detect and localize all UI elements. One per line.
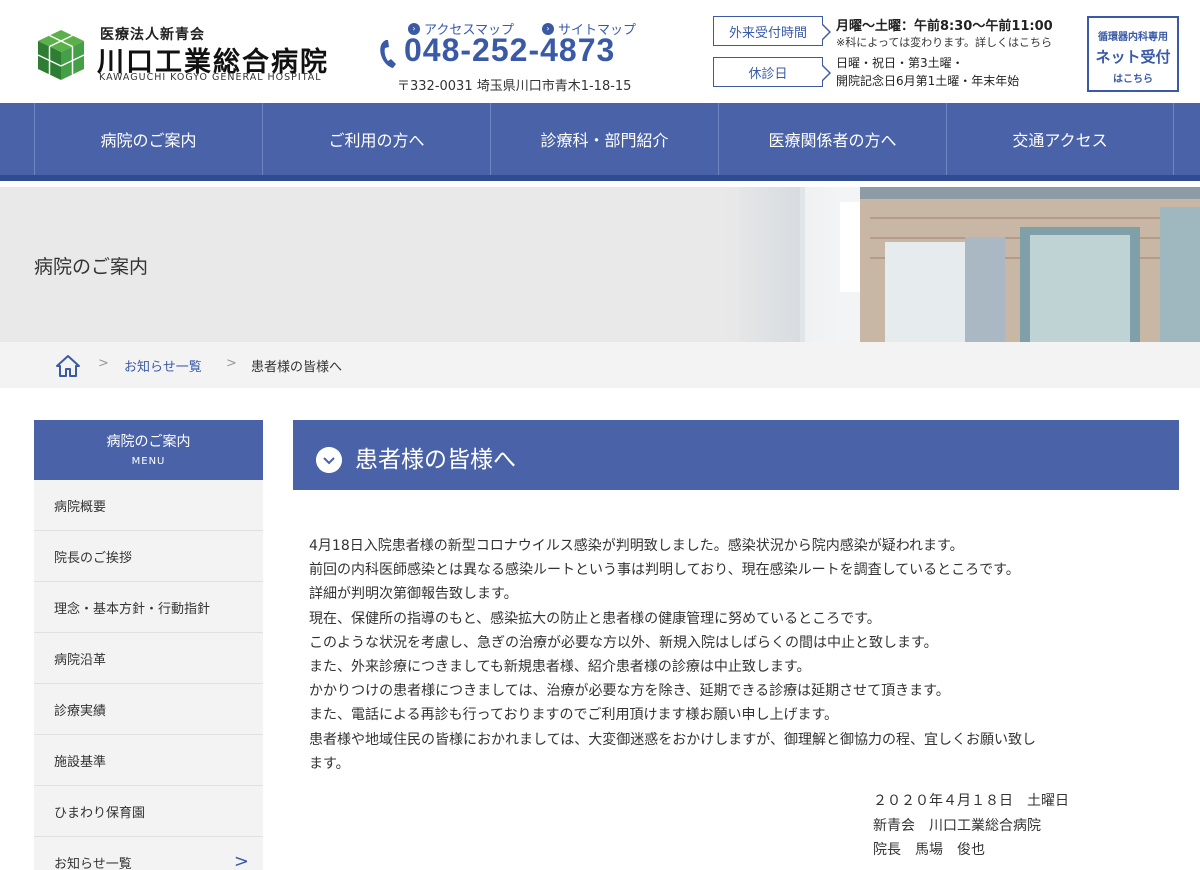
side-menu: 病院概要 院長のご挨拶 理念・基本方針・行動指針 病院沿革 診療実績 施設基準 … — [34, 480, 263, 870]
chevron-down-circle-icon — [316, 447, 342, 473]
phone-icon — [380, 40, 396, 68]
side-item-standards[interactable]: 施設基準 — [34, 735, 263, 786]
body-line: 4月18日入院患者様の新型コロナウイルス感染が判明致しました。感染状況から院内感… — [309, 538, 964, 554]
article-title: 患者様の皆様へ — [355, 447, 516, 473]
article-header: 患者様の皆様へ — [293, 420, 1179, 490]
side-item-history[interactable]: 病院沿革 — [34, 633, 263, 684]
body-line: このような状況を考慮し、急ぎの治療が必要な方以外、新規入院はしばらくの間は中止と… — [309, 634, 938, 651]
hospital-name-en: KAWAGUCHI KOGYO GENERAL HOSPITAL — [99, 72, 322, 83]
side-item-greeting[interactable]: 院長のご挨拶 — [34, 531, 263, 582]
home-icon[interactable] — [55, 354, 81, 378]
body-line: かかりつけの患者様につきましては、治療が必要な方を除き、延期できる診療は延期させ… — [309, 683, 950, 700]
breadcrumb-separator: > — [98, 356, 109, 371]
side-item-overview[interactable]: 病院概要 — [34, 480, 263, 531]
body-line: 前回の内科医師感染とは異なる感染ルートという事は判明しており、現在感染ルートを調… — [309, 562, 1020, 579]
address: 〒332-0031 埼玉県川口市青木1-18-15 — [397, 79, 632, 94]
hours-note-link[interactable]: ※科によっては変わります。詳しくはこちら — [836, 34, 1052, 50]
hours-label: 外来受付時間 — [713, 16, 831, 46]
side-menu-subtitle: MENU — [131, 456, 166, 467]
nav-departments[interactable]: 診療科・部門紹介 — [490, 103, 718, 175]
body-line: 詳細が判明次第御報告致します。 — [309, 586, 518, 603]
body-line: また、外来診療につきましても新規患者様、紹介患者様の診療は中止致します。 — [309, 659, 811, 676]
page-hero: 病院のご案内 — [0, 187, 1200, 342]
side-item-nursery[interactable]: ひまわり保育園 — [34, 786, 263, 837]
breadcrumb: > お知らせ一覧 > 患者様の皆様へ — [0, 342, 1200, 388]
closed-days-1: 日曜・祝日・第3土曜・ — [836, 56, 964, 70]
net-reservation-title: ネット受付 — [1095, 48, 1171, 66]
side-menu-header: 病院のご案内 MENU — [34, 420, 263, 480]
closed-days-2: 開院記念日6月第1土曜・年末年始 — [836, 74, 1020, 88]
body-line: 現在、保健所の指導のもと、感染拡大の防止と患者様の健康管理に努めているところです… — [309, 610, 881, 627]
site-header: 医療法人新青会 川口工業総合病院 KAWAGUCHI KOGYO GENERAL… — [0, 0, 1200, 103]
side-item-philosophy[interactable]: 理念・基本方針・行動指針 — [34, 582, 263, 633]
breadcrumb-news-link[interactable]: お知らせ一覧 — [124, 356, 202, 375]
nav-for-visitors[interactable]: ご利用の方へ — [262, 103, 490, 175]
global-nav: 病院のご案内 ご利用の方へ 診療科・部門紹介 医療関係者の方へ 交通アクセス — [0, 103, 1200, 181]
side-item-results[interactable]: 診療実績 — [34, 684, 263, 735]
nav-for-medical[interactable]: 医療関係者の方へ — [718, 103, 946, 175]
breadcrumb-separator: > — [226, 356, 237, 371]
hero-title: 病院のご案内 — [34, 256, 149, 278]
phone-number[interactable]: 048-252-4873 — [404, 32, 615, 69]
net-reservation-sub: 循環器内科専用 — [1098, 32, 1168, 43]
signer-name: 院長 馬場 俊也 — [873, 842, 985, 858]
nav-access[interactable]: 交通アクセス — [946, 103, 1174, 175]
article-date: ２０２０年４月１８日 土曜日 — [873, 793, 1069, 809]
side-item-news[interactable]: お知らせ一覧 > — [34, 837, 263, 870]
hospital-logo-icon[interactable] — [34, 28, 88, 82]
side-menu-title: 病院のご案内 — [106, 434, 191, 450]
hospital-building-image — [720, 187, 1200, 342]
article-body: 4月18日入院患者様の新型コロナウイルス感染が判明致しました。感染状況から院内感… — [309, 534, 1169, 776]
body-line: また、電話による再診も行っておりますのでご利用頂けます様お願い申し上げます。 — [309, 707, 839, 724]
hours-main: 月曜～土曜：午前8:30～午前11:00 — [836, 19, 1053, 34]
body-line: 患者様や地域住民の皆様におかれましては、大変御迷惑をおかけしますが、御理解と御協… — [309, 731, 1037, 748]
breadcrumb-current: 患者様の皆様へ — [251, 360, 343, 375]
nav-hospital-guide[interactable]: 病院のご案内 — [34, 103, 262, 175]
net-reservation-button[interactable]: 循環器内科専用 ネット受付 はこちら — [1087, 16, 1179, 92]
closed-label: 休診日 — [713, 57, 831, 87]
body-line: ます。 — [309, 755, 350, 772]
side-item-label: お知らせ一覧 — [54, 856, 132, 870]
signer-org: 新青会 川口工業総合病院 — [873, 818, 1041, 834]
chevron-right-icon: > — [233, 851, 249, 870]
net-reservation-here: はこちら — [1113, 74, 1153, 85]
